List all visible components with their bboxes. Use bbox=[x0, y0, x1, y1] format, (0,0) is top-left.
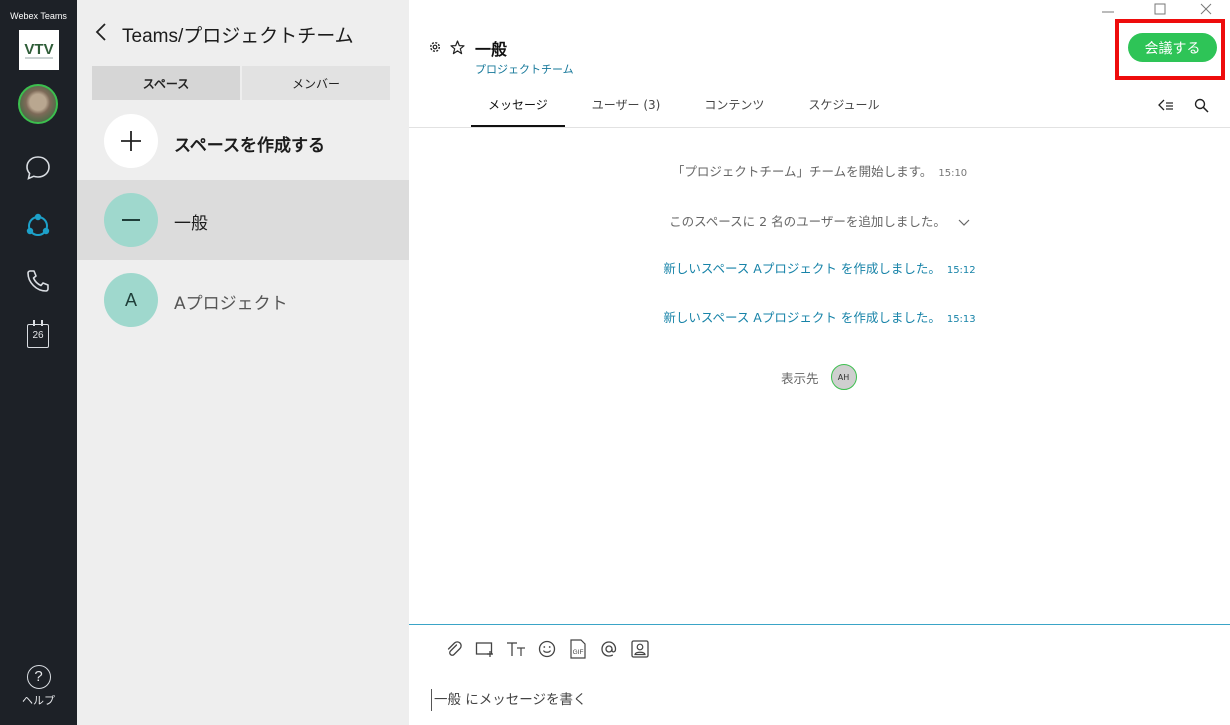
paperclip-icon bbox=[447, 641, 462, 656]
mention-button[interactable] bbox=[598, 638, 620, 660]
activity-item[interactable]: このスペースに 2 名のユーザーを追加しました。 bbox=[409, 211, 1230, 230]
help-button[interactable]: ? ヘルプ bbox=[0, 665, 77, 708]
user-avatar[interactable] bbox=[18, 84, 58, 124]
phone-icon bbox=[27, 270, 49, 292]
search-icon bbox=[1194, 98, 1209, 113]
minimize-icon bbox=[1102, 11, 1114, 13]
close-icon bbox=[1200, 3, 1212, 15]
meet-button[interactable]: 会議する bbox=[1128, 33, 1217, 62]
chevron-left-icon bbox=[95, 23, 106, 41]
read-receipts: 表示先 AH bbox=[781, 363, 857, 391]
space-name: Aプロジェクト bbox=[174, 294, 288, 314]
space-tabs: メッセージ ユーザー (3) コンテンツ スケジュール bbox=[471, 88, 897, 128]
calendar-day: 26 bbox=[32, 330, 44, 341]
chevron-down-icon[interactable] bbox=[958, 219, 970, 227]
vtv-logo-icon: VTV bbox=[24, 41, 54, 59]
tab-divider bbox=[409, 127, 1230, 128]
chat-bubble-icon bbox=[26, 156, 50, 180]
activity-item: 「プロジェクトチーム」チームを開始します。 15:10 bbox=[409, 161, 1230, 180]
screen-capture-icon bbox=[475, 642, 493, 657]
tab-schedule[interactable]: スケジュール bbox=[791, 88, 896, 127]
create-space-button[interactable]: スペースを作成する bbox=[77, 101, 409, 181]
dash-icon bbox=[122, 219, 140, 221]
space-settings-button[interactable] bbox=[427, 39, 443, 55]
tab-members[interactable]: メンバー bbox=[242, 66, 390, 100]
activity-panel-button[interactable] bbox=[1157, 96, 1175, 114]
back-button[interactable] bbox=[91, 20, 111, 44]
app-title: Webex Teams bbox=[10, 11, 67, 21]
composer-divider bbox=[409, 624, 1230, 625]
activity-text: 「プロジェクトチーム」チームを開始します。 bbox=[671, 164, 933, 179]
activity-time: 15:13 bbox=[946, 314, 976, 325]
tab-spaces[interactable]: スペース bbox=[92, 66, 240, 100]
space-header-icons bbox=[427, 36, 471, 58]
activity-text: このスペースに 2 名のユーザーを追加しました。 bbox=[669, 214, 946, 229]
reply-list-icon bbox=[1158, 99, 1173, 111]
teams-nav[interactable] bbox=[21, 209, 55, 243]
org-logo[interactable]: VTV bbox=[19, 30, 59, 70]
space-badge: A bbox=[104, 273, 158, 327]
contact-card-icon bbox=[631, 640, 649, 658]
at-sign-icon bbox=[601, 641, 617, 657]
teams-icon bbox=[26, 213, 50, 236]
reader-avatar[interactable]: AH bbox=[830, 364, 857, 390]
panel-header: Teams/プロジェクトチーム bbox=[77, 0, 409, 62]
space-team-link[interactable]: プロジェクトチーム bbox=[475, 61, 574, 77]
emoji-button[interactable] bbox=[536, 638, 558, 660]
navigation-rail: Webex Teams VTV 26 ? ヘルプ bbox=[0, 0, 77, 725]
space-view: 一般 プロジェクトチーム 会議する メッセージ ユーザー (3) コンテンツ ス… bbox=[409, 0, 1230, 725]
contact-card-button[interactable] bbox=[629, 638, 651, 660]
format-text-button[interactable] bbox=[505, 638, 527, 660]
webex-teams-window: Webex Teams VTV 26 ? ヘルプ Teams/プロジェクトチーム… bbox=[0, 0, 1230, 725]
space-item-a-project[interactable]: A Aプロジェクト bbox=[77, 260, 409, 340]
help-label: ヘルプ bbox=[22, 694, 55, 707]
text-format-icon bbox=[507, 642, 525, 656]
favorite-button[interactable] bbox=[449, 39, 465, 55]
panel-segment-control: スペース メンバー bbox=[92, 66, 390, 100]
calls-nav[interactable] bbox=[21, 264, 55, 298]
tab-users[interactable]: ユーザー (3) bbox=[575, 88, 678, 127]
calendar-nav[interactable]: 26 bbox=[27, 320, 49, 348]
search-button[interactable] bbox=[1192, 96, 1210, 114]
space-item-general[interactable]: 一般 bbox=[77, 180, 409, 260]
space-badge-letter: A bbox=[124, 289, 137, 310]
screenshot-button[interactable] bbox=[474, 638, 496, 660]
activity-item[interactable]: 新しいスペース Aプロジェクト を作成しました。 15:13 bbox=[409, 307, 1230, 326]
plus-icon bbox=[121, 131, 141, 151]
logo-text: VTV bbox=[24, 41, 53, 58]
create-space-label: スペースを作成する bbox=[174, 136, 325, 156]
space-name: 一般 bbox=[174, 214, 208, 234]
activity-time: 15:10 bbox=[938, 168, 968, 179]
maximize-icon bbox=[1154, 3, 1166, 15]
svg-text:GIF: GIF bbox=[573, 649, 584, 656]
attach-button[interactable] bbox=[443, 638, 465, 660]
message-input[interactable] bbox=[431, 689, 1211, 711]
composer-toolbar: GIF bbox=[443, 638, 660, 660]
space-badge bbox=[104, 193, 158, 247]
tab-messages[interactable]: メッセージ bbox=[471, 88, 565, 127]
activity-time: 15:12 bbox=[946, 265, 976, 276]
seen-label: 表示先 bbox=[781, 370, 819, 386]
activity-item[interactable]: 新しいスペース Aプロジェクト を作成しました。 15:12 bbox=[409, 258, 1230, 277]
messaging-nav[interactable] bbox=[21, 151, 55, 185]
activity-text: 新しいスペース Aプロジェクト を作成しました。 bbox=[663, 261, 941, 276]
maximize-button[interactable] bbox=[1153, 2, 1167, 20]
team-space-panel: Teams/プロジェクトチーム スペース メンバー スペースを作成する 一般 A… bbox=[77, 0, 409, 725]
smiley-icon bbox=[538, 640, 556, 658]
activity-text: 新しいスペース Aプロジェクト を作成しました。 bbox=[663, 310, 941, 325]
team-title: Teams/プロジェクトチーム bbox=[122, 26, 354, 47]
star-icon bbox=[449, 39, 465, 54]
minimize-button[interactable] bbox=[1101, 2, 1115, 20]
tab-content[interactable]: コンテンツ bbox=[687, 88, 781, 127]
create-badge bbox=[104, 114, 158, 168]
close-button[interactable] bbox=[1199, 2, 1213, 20]
help-icon: ? bbox=[26, 665, 51, 689]
gif-icon: GIF bbox=[570, 639, 586, 659]
gear-icon bbox=[429, 41, 441, 53]
space-title: 一般 bbox=[475, 40, 508, 59]
gif-button[interactable]: GIF bbox=[567, 638, 589, 660]
